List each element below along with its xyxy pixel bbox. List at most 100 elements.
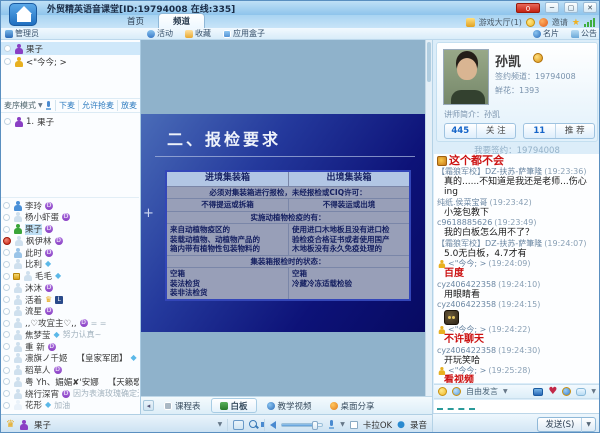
star-icon[interactable]: ★ [572, 18, 580, 28]
radio-icon [3, 261, 10, 268]
release-mic-button[interactable]: 放麦 [117, 100, 137, 111]
message-text: 我的白板怎么用不了？ [437, 228, 597, 239]
send-row: 发送(S) ▼ [433, 413, 600, 433]
member-row[interactable]: 重 新D [1, 341, 139, 352]
tab-home[interactable]: 首页 [113, 14, 158, 28]
member-icon [13, 248, 22, 258]
heart-icon[interactable]: ♥ [548, 387, 557, 397]
member-row[interactable]: 稻草人D [1, 365, 139, 376]
screenshot-icon[interactable] [233, 420, 244, 430]
recommend-button[interactable]: 11 推 荐 [523, 123, 595, 139]
member-row[interactable]: 沐沐D [1, 282, 139, 293]
member-row[interactable]: 焦梦莹◆努力认真~ [1, 329, 139, 340]
member-row[interactable]: 比利◆ [1, 259, 139, 270]
member-row[interactable]: 此时D [1, 247, 139, 258]
minimize-button[interactable]: ─ [545, 2, 559, 13]
member-row[interactable]: 活着♛L [1, 294, 139, 305]
member-row[interactable]: 花形◆加油 [1, 400, 139, 411]
activity-button[interactable]: 活动 [147, 28, 173, 39]
microphone-icon[interactable] [328, 420, 335, 429]
music-icon[interactable] [539, 18, 548, 27]
sender-name: cyz406422358 [437, 346, 496, 356]
appbox-button[interactable]: 应用盒子 [223, 28, 265, 39]
message-time: (19:23:49) [494, 218, 536, 228]
game-hall-label[interactable]: 游戏大厅(1) [479, 17, 522, 28]
volume-slider[interactable] [281, 423, 323, 427]
member-row[interactable]: 凛旗ノ千姬【皇家军团】◆ [1, 353, 139, 364]
chevron-down-icon[interactable]: ▼ [218, 421, 223, 428]
chevron-down-icon[interactable]: ▼ [503, 388, 508, 395]
smiley-icon[interactable] [526, 18, 535, 27]
tab-channel[interactable]: 频道 [158, 13, 205, 28]
chevron-down-icon[interactable]: ▼ [582, 421, 595, 428]
vip-badge: D [62, 390, 70, 398]
member-row[interactable]: 粤 Yh、媚媚✘'安娜【天籁歌手】 [1, 376, 139, 387]
self-name-combo[interactable]: 果子 ▼ [34, 419, 222, 431]
member-row[interactable]: 枫伊林D [1, 235, 139, 246]
message-text: 小笼包教下 [437, 208, 597, 219]
member-row[interactable]: 绕行深宵D因为表演玫瑰确定无疑我 [1, 388, 139, 399]
scrollbar-thumb[interactable] [427, 42, 431, 82]
member-row[interactable]: ,,♡攻宜主♡,,D= = [1, 318, 139, 329]
notice-badge[interactable]: 0 [516, 3, 540, 13]
diamond-badge: ◆ [45, 401, 51, 409]
admin-button[interactable]: 管理员 [5, 28, 39, 39]
notice-button[interactable]: 公告 [571, 28, 597, 39]
speak-mode-dropdown[interactable]: 自由发言 [466, 386, 498, 397]
mic-user-row[interactable]: <"今今; > [1, 55, 140, 68]
message-time: (19:24:30) [498, 346, 540, 356]
member-icon [13, 330, 22, 340]
font-style-icon[interactable] [452, 387, 461, 396]
record-icon[interactable]: ● [397, 420, 405, 430]
collapse-icon[interactable]: ◂ [143, 400, 154, 411]
record-label[interactable]: 录音 [410, 419, 427, 431]
chevron-down-icon[interactable]: ▼ [340, 421, 345, 428]
tab-whiteboard[interactable]: 白板 [211, 398, 257, 413]
tab-label: 白板 [231, 400, 248, 412]
diamond-badge: ◆ [45, 260, 51, 268]
app-window: 外贸精英语音课堂[ID:19794008 在线:335] 0 ─ ▢ ✕ 首页 … [0, 0, 600, 433]
member-row[interactable]: 毛毛◆ [1, 271, 139, 282]
radio-icon [3, 308, 10, 315]
tv-icon[interactable] [533, 388, 543, 396]
maximize-button[interactable]: ▢ [564, 2, 578, 13]
favorite-button[interactable]: 收藏 [185, 28, 211, 39]
speaker-icon[interactable] [270, 421, 276, 429]
send-button[interactable]: 发送(S) ▼ [537, 417, 596, 432]
magnifier-icon[interactable] [249, 420, 259, 430]
face-icon[interactable] [562, 387, 571, 396]
tab-video[interactable]: 教学视频 [259, 398, 320, 413]
mic-user-row[interactable]: 果子 [1, 42, 140, 55]
divider [227, 419, 228, 431]
game-hall-icon[interactable] [466, 18, 475, 27]
invite-label[interactable]: 邀请 [552, 17, 568, 28]
whiteboard-scrollbar[interactable] [425, 40, 432, 396]
close-button[interactable]: ✕ [583, 2, 597, 13]
member-row[interactable]: 果子D [1, 224, 139, 235]
chevron-down-icon[interactable]: ▼ [38, 102, 43, 109]
mic-queue-row[interactable]: 1. 果子 [1, 115, 140, 128]
mic-mode-label[interactable]: 麦序模式 [4, 100, 36, 111]
volume-knob[interactable] [312, 421, 318, 430]
mic-down-button[interactable]: 下麦 [55, 100, 75, 111]
app-home-icon[interactable] [9, 3, 37, 26]
member-note: 因为表演玫瑰确定无疑我 [73, 388, 139, 399]
tab-screenshare[interactable]: 桌面分享 [322, 398, 383, 413]
tab-schedule[interactable]: 课程表 [156, 398, 209, 413]
allow-grab-mic-button[interactable]: 允许抢麦 [78, 100, 114, 111]
chat-input[interactable] [434, 400, 600, 413]
mic-actions: 下麦 允许抢麦 放麦 [55, 100, 137, 111]
member-row[interactable]: 李玲D [1, 200, 139, 211]
member-row[interactable]: 流星D [1, 306, 139, 317]
message-settings-icon[interactable] [576, 388, 586, 396]
emoticon-picker-icon[interactable] [438, 387, 447, 396]
vip-badge: D [55, 237, 63, 245]
karaoke-checkbox[interactable] [350, 421, 358, 429]
card-button[interactable]: 名片 [533, 28, 559, 39]
follow-button[interactable]: 445 关 注 [444, 123, 516, 139]
member-name: 粤 Yh、媚媚✘'安娜 [25, 376, 99, 387]
slide-title: 二、报检要求 [167, 126, 281, 150]
member-row[interactable]: 杨小虾蛋D [1, 212, 139, 223]
chevron-down-icon[interactable]: ▼ [591, 388, 596, 395]
member-name: 稻草人 [25, 365, 51, 376]
